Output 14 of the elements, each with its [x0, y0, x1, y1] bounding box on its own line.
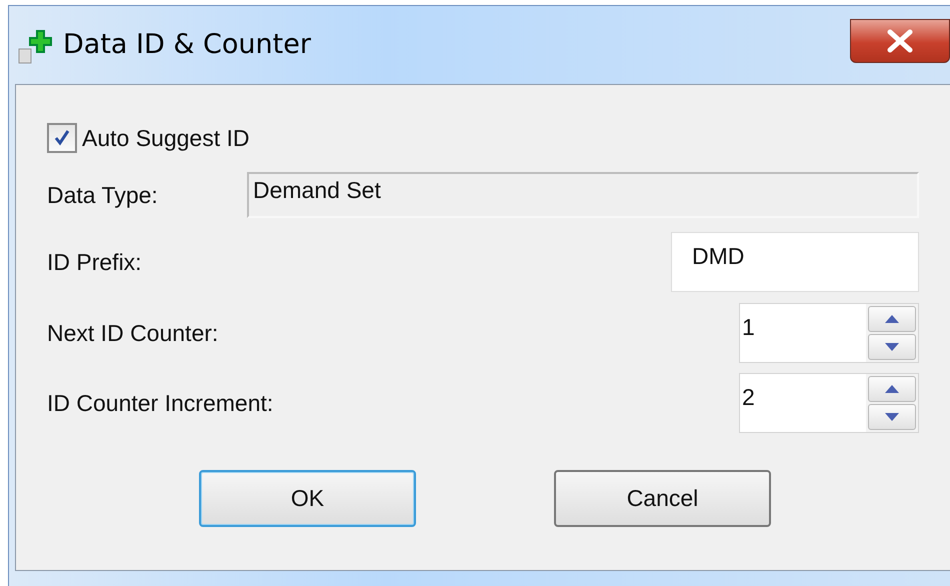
window-title: Data ID & Counter [63, 28, 312, 60]
field-label: ID Counter Increment: [47, 390, 274, 416]
data-type-field: Demand Set [247, 172, 919, 218]
field-label: Data Type: [47, 182, 159, 208]
field-label: ID Prefix: [47, 248, 143, 276]
close-icon [886, 29, 914, 53]
checkbox-label: Auto Suggest ID [82, 124, 250, 152]
cancel-button[interactable]: Cancel [554, 470, 771, 527]
ok-button[interactable]: OK [199, 470, 416, 527]
field-label: Next ID Counter: [47, 320, 220, 346]
check-icon [52, 128, 72, 148]
close-button[interactable] [850, 19, 950, 63]
input-field[interactable]: DMD [671, 232, 919, 292]
checkbox[interactable] [47, 123, 77, 153]
